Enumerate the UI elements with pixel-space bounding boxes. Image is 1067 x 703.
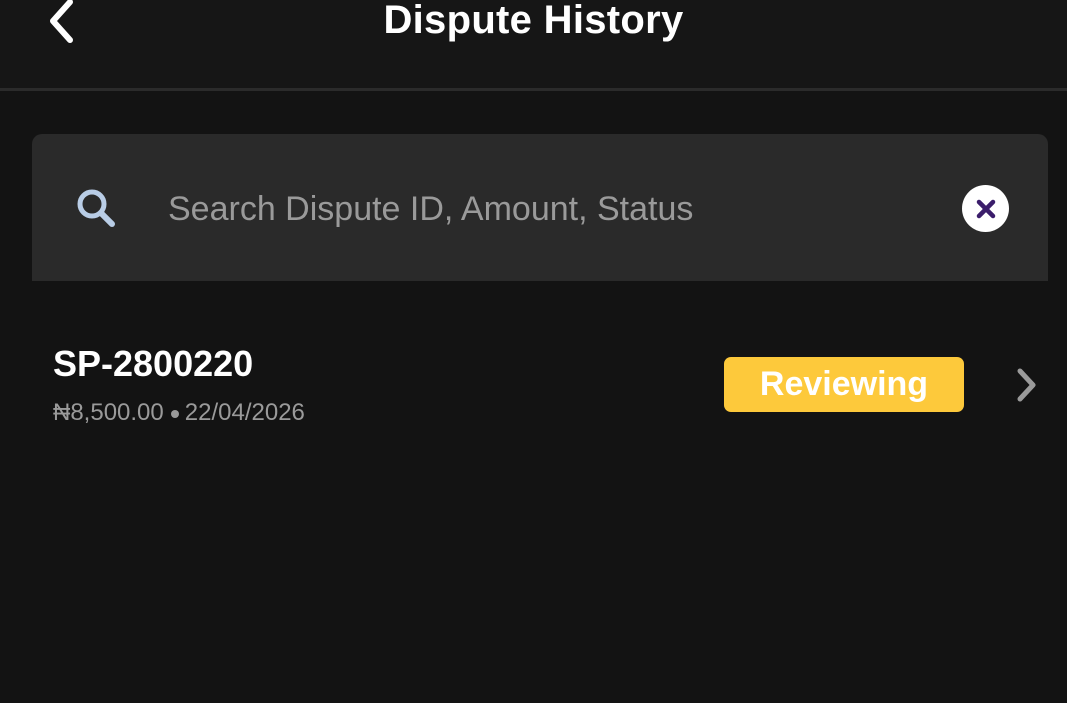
dispute-id: SP-2800220: [53, 343, 254, 384]
dispute-amount: ₦8,500.00: [53, 399, 164, 426]
search-input[interactable]: [168, 182, 928, 236]
chevron-right-icon: [1017, 368, 1036, 402]
status-badge: Reviewing: [724, 357, 964, 412]
header: Dispute History: [0, 0, 1067, 88]
dispute-meta: ₦8,500.00 22/04/2026: [53, 398, 305, 428]
separator-dot: [170, 409, 179, 418]
close-icon: [976, 199, 995, 218]
dispute-list-item[interactable]: SP-2800220 ₦8,500.00 22/04/2026 Reviewing: [0, 320, 1067, 450]
header-divider: [0, 88, 1067, 91]
page-title: Dispute History: [383, 0, 684, 42]
search-icon: [77, 189, 115, 227]
dispute-date: 22/04/2026: [184, 399, 305, 426]
dispute-history-screen: Dispute History SP-2800220 ₦8,500.00 22/0…: [0, 0, 1067, 703]
clear-search-button[interactable]: [962, 185, 1009, 232]
